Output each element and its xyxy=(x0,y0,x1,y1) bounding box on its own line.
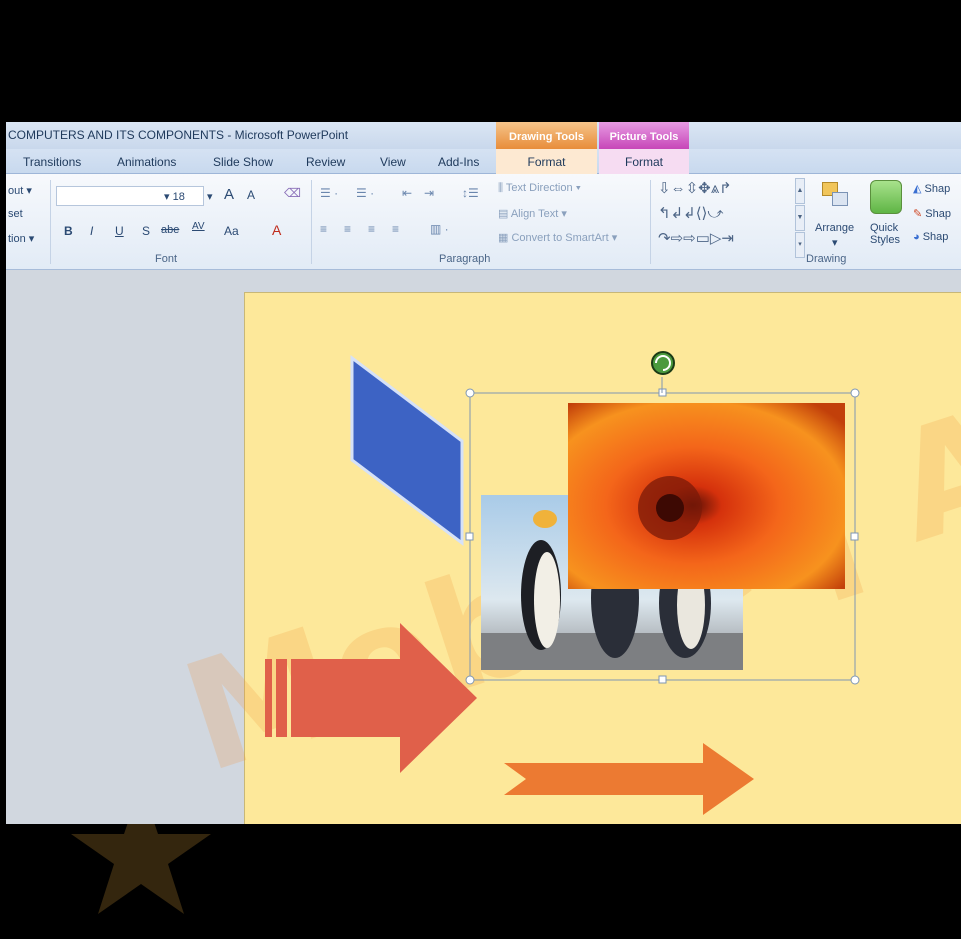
strikethrough-button[interactable]: abe xyxy=(161,224,179,236)
tab-format-picture[interactable]: Format xyxy=(599,149,689,174)
title-bar: COMPUTERS AND ITS COMPONENTS - Microsoft… xyxy=(6,122,961,149)
text-direction-button[interactable]: ⫼ Text Direction ▾ xyxy=(498,182,581,195)
character-spacing-button[interactable]: AV xyxy=(192,221,205,232)
section-button[interactable]: tion ▾ xyxy=(8,232,34,245)
justify-icon[interactable]: ≡ xyxy=(392,222,399,236)
separator xyxy=(311,180,312,264)
shadow-button[interactable]: S xyxy=(142,224,150,238)
arrange-button[interactable]: Arrange xyxy=(815,222,854,234)
decrease-indent-icon[interactable]: ⇤ xyxy=(402,186,412,200)
underline-button[interactable]: U xyxy=(115,224,124,238)
font-group-label: Font xyxy=(155,253,178,265)
font-color-button[interactable]: A xyxy=(272,222,281,238)
numbering-icon[interactable]: ☰ · xyxy=(356,186,374,200)
ribbon: out ▾ set tion ▾ ▾ 18 ▾ A A ⌫ B I U S ab… xyxy=(6,174,961,270)
rotate-handle-icon[interactable] xyxy=(651,351,675,375)
shape-outline-button[interactable]: ✎ Shap xyxy=(913,207,951,220)
bullets-icon[interactable]: ☰ · xyxy=(320,186,338,200)
shape-fill-button[interactable]: ◭ Shap xyxy=(913,182,950,195)
flower-image[interactable] xyxy=(568,403,845,589)
line-spacing-icon[interactable]: ↕☰ xyxy=(462,186,479,200)
shrink-font-button[interactable]: A xyxy=(247,188,255,202)
shapes-more[interactable]: ▾ xyxy=(795,232,805,258)
window-title: COMPUTERS AND ITS COMPONENTS - Microsoft… xyxy=(8,128,349,142)
screen: COMPUTERS AND ITS COMPONENTS - Microsoft… xyxy=(6,0,961,939)
italic-button[interactable]: I xyxy=(90,224,93,238)
tab-add-ins[interactable]: Add-Ins xyxy=(438,155,479,169)
clear-format-icon[interactable]: ⌫ xyxy=(284,186,301,200)
shapes-scroll-down[interactable]: ▼ xyxy=(795,205,805,231)
align-center-icon[interactable]: ≡ xyxy=(344,222,351,236)
align-text-button[interactable]: ▤ Align Text ▾ xyxy=(498,207,567,220)
slide-canvas xyxy=(265,351,860,815)
change-case-button[interactable]: Aa xyxy=(224,224,239,238)
ribbon-tabs: Transitions Animations Slide Show Review… xyxy=(6,149,961,174)
tab-format-drawing[interactable]: Format xyxy=(496,149,597,174)
tab-view[interactable]: View xyxy=(380,155,406,169)
quick-styles-button[interactable]: Quick Styles xyxy=(870,222,906,246)
picture-tools-context: Picture Tools xyxy=(599,122,689,149)
drawing-tools-context: Drawing Tools xyxy=(496,122,597,149)
shapes-scroll-up[interactable]: ▲ xyxy=(795,178,805,204)
arrange-dropdown[interactable]: ▾ xyxy=(832,236,838,249)
increase-indent-icon[interactable]: ⇥ xyxy=(424,186,434,200)
tab-review[interactable]: Review xyxy=(306,155,345,169)
red-arrow-shape[interactable] xyxy=(265,623,477,773)
parallelogram-shape[interactable] xyxy=(350,354,464,547)
bottom-bar xyxy=(6,824,961,939)
layout-button[interactable]: out ▾ xyxy=(8,184,32,197)
reset-button[interactable]: set xyxy=(8,208,23,220)
bold-button[interactable]: B xyxy=(64,224,73,238)
grow-font-button[interactable]: A xyxy=(224,186,234,203)
align-left-icon[interactable]: ≡ xyxy=(320,222,327,236)
arrange-icon xyxy=(818,180,854,212)
orange-arrow-shape[interactable] xyxy=(504,743,754,815)
separator xyxy=(650,180,651,264)
drawing-group-label: Drawing xyxy=(806,253,847,265)
paragraph-group-label: Paragraph xyxy=(439,253,491,265)
tab-slide-show[interactable]: Slide Show xyxy=(213,155,273,169)
font-size-dropdown[interactable]: ▾ xyxy=(207,190,213,203)
tab-animations[interactable]: Animations xyxy=(117,155,176,169)
convert-smartart-button[interactable]: ▦ Convert to SmartArt ▾ xyxy=(498,231,617,244)
tab-transitions[interactable]: Transitions xyxy=(23,155,81,169)
separator xyxy=(50,180,51,264)
font-size-input[interactable]: ▾ 18 xyxy=(164,190,185,203)
slide[interactable]: Mobiteq Academy xyxy=(165,270,961,824)
shape-effects-button[interactable]: ◕ Shap xyxy=(913,231,948,243)
star-icon xyxy=(71,824,211,914)
quick-styles-icon xyxy=(870,180,902,214)
align-right-icon[interactable]: ≡ xyxy=(368,222,375,236)
slide-workspace: Mobiteq Academy xyxy=(6,270,961,824)
columns-icon[interactable]: ▥ · xyxy=(430,222,449,236)
